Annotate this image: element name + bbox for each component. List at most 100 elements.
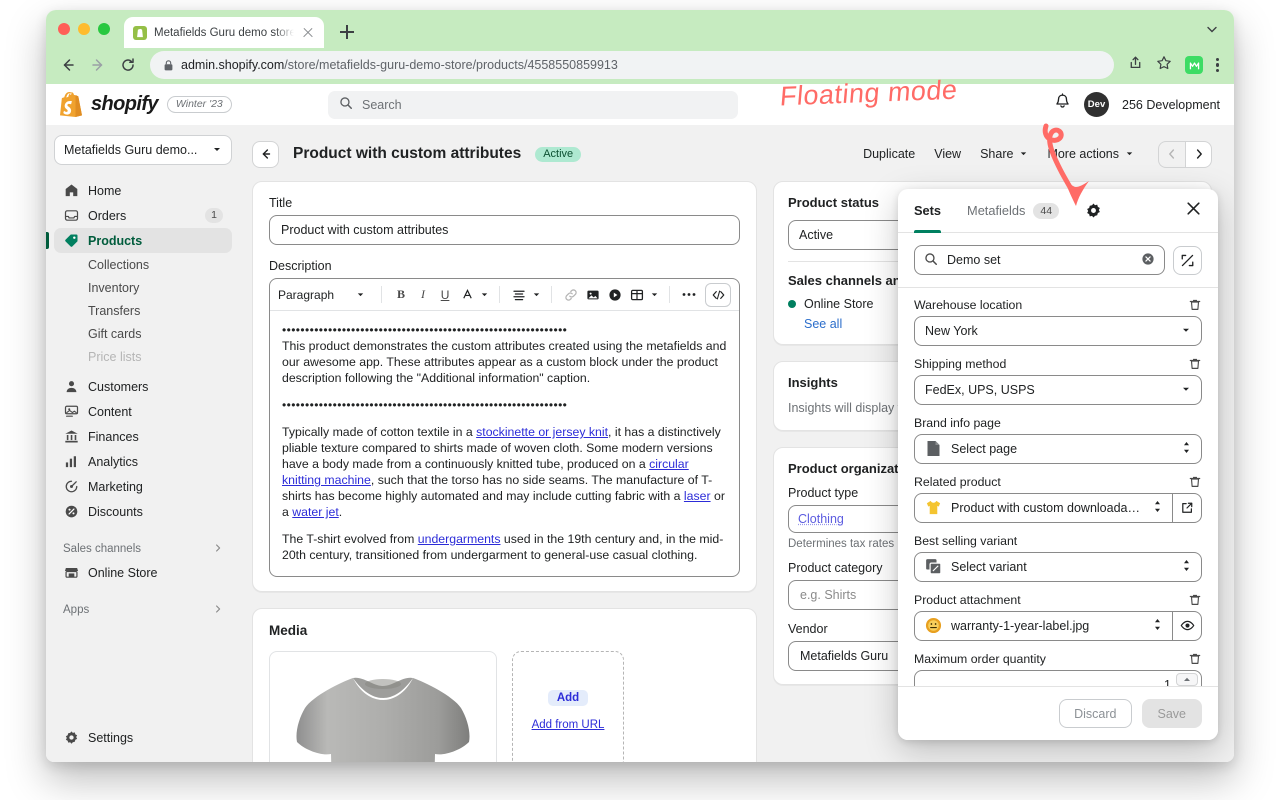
sidebar-item-orders[interactable]: Orders 1 <box>54 203 232 228</box>
trash-icon[interactable] <box>1188 475 1202 489</box>
browser-tab[interactable]: Metafields Guru demo store · P <box>124 17 324 48</box>
bold-button[interactable]: B <box>390 284 412 306</box>
italic-button[interactable]: I <box>412 284 434 306</box>
store-selector[interactable]: Metafields Guru demo... <box>54 135 232 165</box>
external-link-icon[interactable] <box>1172 492 1202 523</box>
image-icon[interactable] <box>582 284 604 306</box>
sidebar-item-transfers[interactable]: Transfers <box>54 299 232 322</box>
kebab-menu-icon[interactable] <box>1216 56 1220 74</box>
related-product-picker[interactable]: Product with custom downloadabl... <box>914 492 1172 523</box>
chevron-down-icon[interactable] <box>478 284 491 306</box>
link-undergarments[interactable]: undergarments <box>418 532 501 546</box>
text-color-icon[interactable] <box>456 284 478 306</box>
sidebar-item-inventory[interactable]: Inventory <box>54 276 232 299</box>
metafields-floating-panel[interactable]: Sets Metafields 44 Demo set Warehouse lo… <box>898 189 1218 740</box>
prev-product-button[interactable] <box>1158 140 1185 168</box>
tab-metafields[interactable]: Metafields 44 <box>967 189 1060 233</box>
duplicate-button[interactable]: Duplicate <box>863 147 915 161</box>
sidebar-item-gift-cards[interactable]: Gift cards <box>54 322 232 345</box>
link-water-jet[interactable]: water jet <box>292 505 338 519</box>
video-icon[interactable] <box>604 284 626 306</box>
sidebar-item-products[interactable]: Products <box>46 228 232 253</box>
align-icon[interactable] <box>508 284 530 306</box>
back-button[interactable] <box>252 140 279 168</box>
description-body[interactable]: ••••••••••••••••••••••••••••••••••••••••… <box>270 311 739 576</box>
search-input[interactable]: Search <box>328 90 738 119</box>
code-view-icon[interactable] <box>705 282 731 307</box>
brand-info-page-picker[interactable]: Select page <box>914 433 1202 464</box>
address-bar[interactable]: admin.shopify.com/store/metafields-guru-… <box>150 51 1114 79</box>
maximum-order-quantity-input[interactable]: 1 <box>914 669 1202 686</box>
sidebar-item-discounts[interactable]: Discounts <box>54 499 232 524</box>
trash-icon[interactable] <box>1188 298 1202 312</box>
sidebar-item-price-lists[interactable]: Price lists <box>54 345 232 368</box>
trash-icon[interactable] <box>1188 357 1202 371</box>
plus-icon[interactable] <box>338 23 356 41</box>
chevron-down-icon[interactable] <box>1206 22 1218 40</box>
sidebar-item-customers[interactable]: Customers <box>54 374 232 399</box>
sidebar-item-marketing[interactable]: Marketing <box>54 474 232 499</box>
tab-sets[interactable]: Sets <box>914 189 942 233</box>
save-button[interactable]: Save <box>1141 699 1202 728</box>
product-image[interactable] <box>269 651 497 762</box>
underline-button[interactable]: U <box>434 284 456 306</box>
product-attachment-picker[interactable]: warranty-1-year-label.jpg <box>914 610 1172 641</box>
popout-icon[interactable] <box>1173 245 1202 275</box>
table-icon[interactable] <box>626 284 648 306</box>
account-name[interactable]: 256 Development <box>1122 98 1220 112</box>
arrow-left-icon[interactable] <box>60 57 76 73</box>
avatar[interactable]: Dev <box>1084 92 1110 117</box>
discard-button[interactable]: Discard <box>1059 699 1132 728</box>
block-style-select[interactable]: Paragraph <box>278 288 373 302</box>
add-media-button[interactable]: Add <box>547 689 589 706</box>
sidebar-item-finances[interactable]: Finances <box>54 424 232 449</box>
reload-icon[interactable] <box>120 57 136 73</box>
minimize-window-button[interactable] <box>78 23 90 35</box>
sidebar-item-analytics[interactable]: Analytics <box>54 449 232 474</box>
eye-icon[interactable] <box>1172 610 1202 641</box>
close-icon[interactable] <box>301 26 315 40</box>
chevron-down-icon[interactable] <box>648 284 661 306</box>
share-button[interactable]: Share <box>980 147 1028 161</box>
more-actions-button[interactable]: More actions <box>1047 147 1134 161</box>
clear-circle-icon[interactable] <box>1141 252 1155 269</box>
stepper-up-icon[interactable] <box>1176 672 1198 686</box>
shopify-logo[interactable]: shopify Winter '23 <box>60 92 328 117</box>
trash-icon[interactable] <box>1188 593 1202 607</box>
sidebar-item-collections[interactable]: Collections <box>54 253 232 276</box>
maximize-window-button[interactable] <box>98 23 110 35</box>
gear-icon[interactable] <box>1085 202 1102 219</box>
share-icon[interactable] <box>1128 55 1143 75</box>
next-product-button[interactable] <box>1185 140 1212 168</box>
search-placeholder: Search <box>362 97 402 112</box>
star-icon[interactable] <box>1156 55 1172 76</box>
close-icon[interactable] <box>1185 200 1202 222</box>
view-button[interactable]: View <box>934 147 961 161</box>
trash-icon[interactable] <box>1188 652 1202 666</box>
sidebar-item-online-store[interactable]: Online Store <box>54 560 232 585</box>
title-input[interactable]: Product with custom attributes <box>269 215 740 245</box>
add-from-url-link[interactable]: Add from URL <box>532 719 605 731</box>
sidebar-group-sales-channels[interactable]: Sales channels <box>54 538 232 560</box>
close-window-button[interactable] <box>58 23 70 35</box>
product-category-placeholder: e.g. Shirts <box>800 588 857 602</box>
chevron-down-icon[interactable] <box>530 284 543 306</box>
bell-icon[interactable] <box>1054 93 1071 116</box>
arrow-right-icon[interactable] <box>90 57 106 73</box>
link-icon[interactable] <box>560 284 582 306</box>
set-search-input[interactable]: Demo set <box>914 245 1165 275</box>
sidebar-item-home[interactable]: Home <box>54 178 232 203</box>
metafields-guru-extension-icon[interactable] <box>1185 56 1203 74</box>
link-stockinette[interactable]: stockinette or jersey knit <box>476 425 608 439</box>
sidebar-item-content[interactable]: Content <box>54 399 232 424</box>
add-media-dropzone[interactable]: Add Add from URL <box>512 651 624 762</box>
best-selling-variant-picker[interactable]: Select variant <box>914 551 1202 582</box>
warehouse-location-select[interactable]: New York <box>914 315 1202 346</box>
field-label: Warehouse location <box>914 297 1023 312</box>
link-laser[interactable]: laser <box>684 489 711 503</box>
sidebar-group-apps[interactable]: Apps <box>54 599 232 621</box>
status-dot-icon <box>788 300 796 308</box>
shipping-method-select[interactable]: FedEx, UPS, USPS <box>914 374 1202 405</box>
sidebar-item-settings[interactable]: Settings <box>54 725 232 750</box>
ellipsis-icon[interactable] <box>678 284 700 306</box>
